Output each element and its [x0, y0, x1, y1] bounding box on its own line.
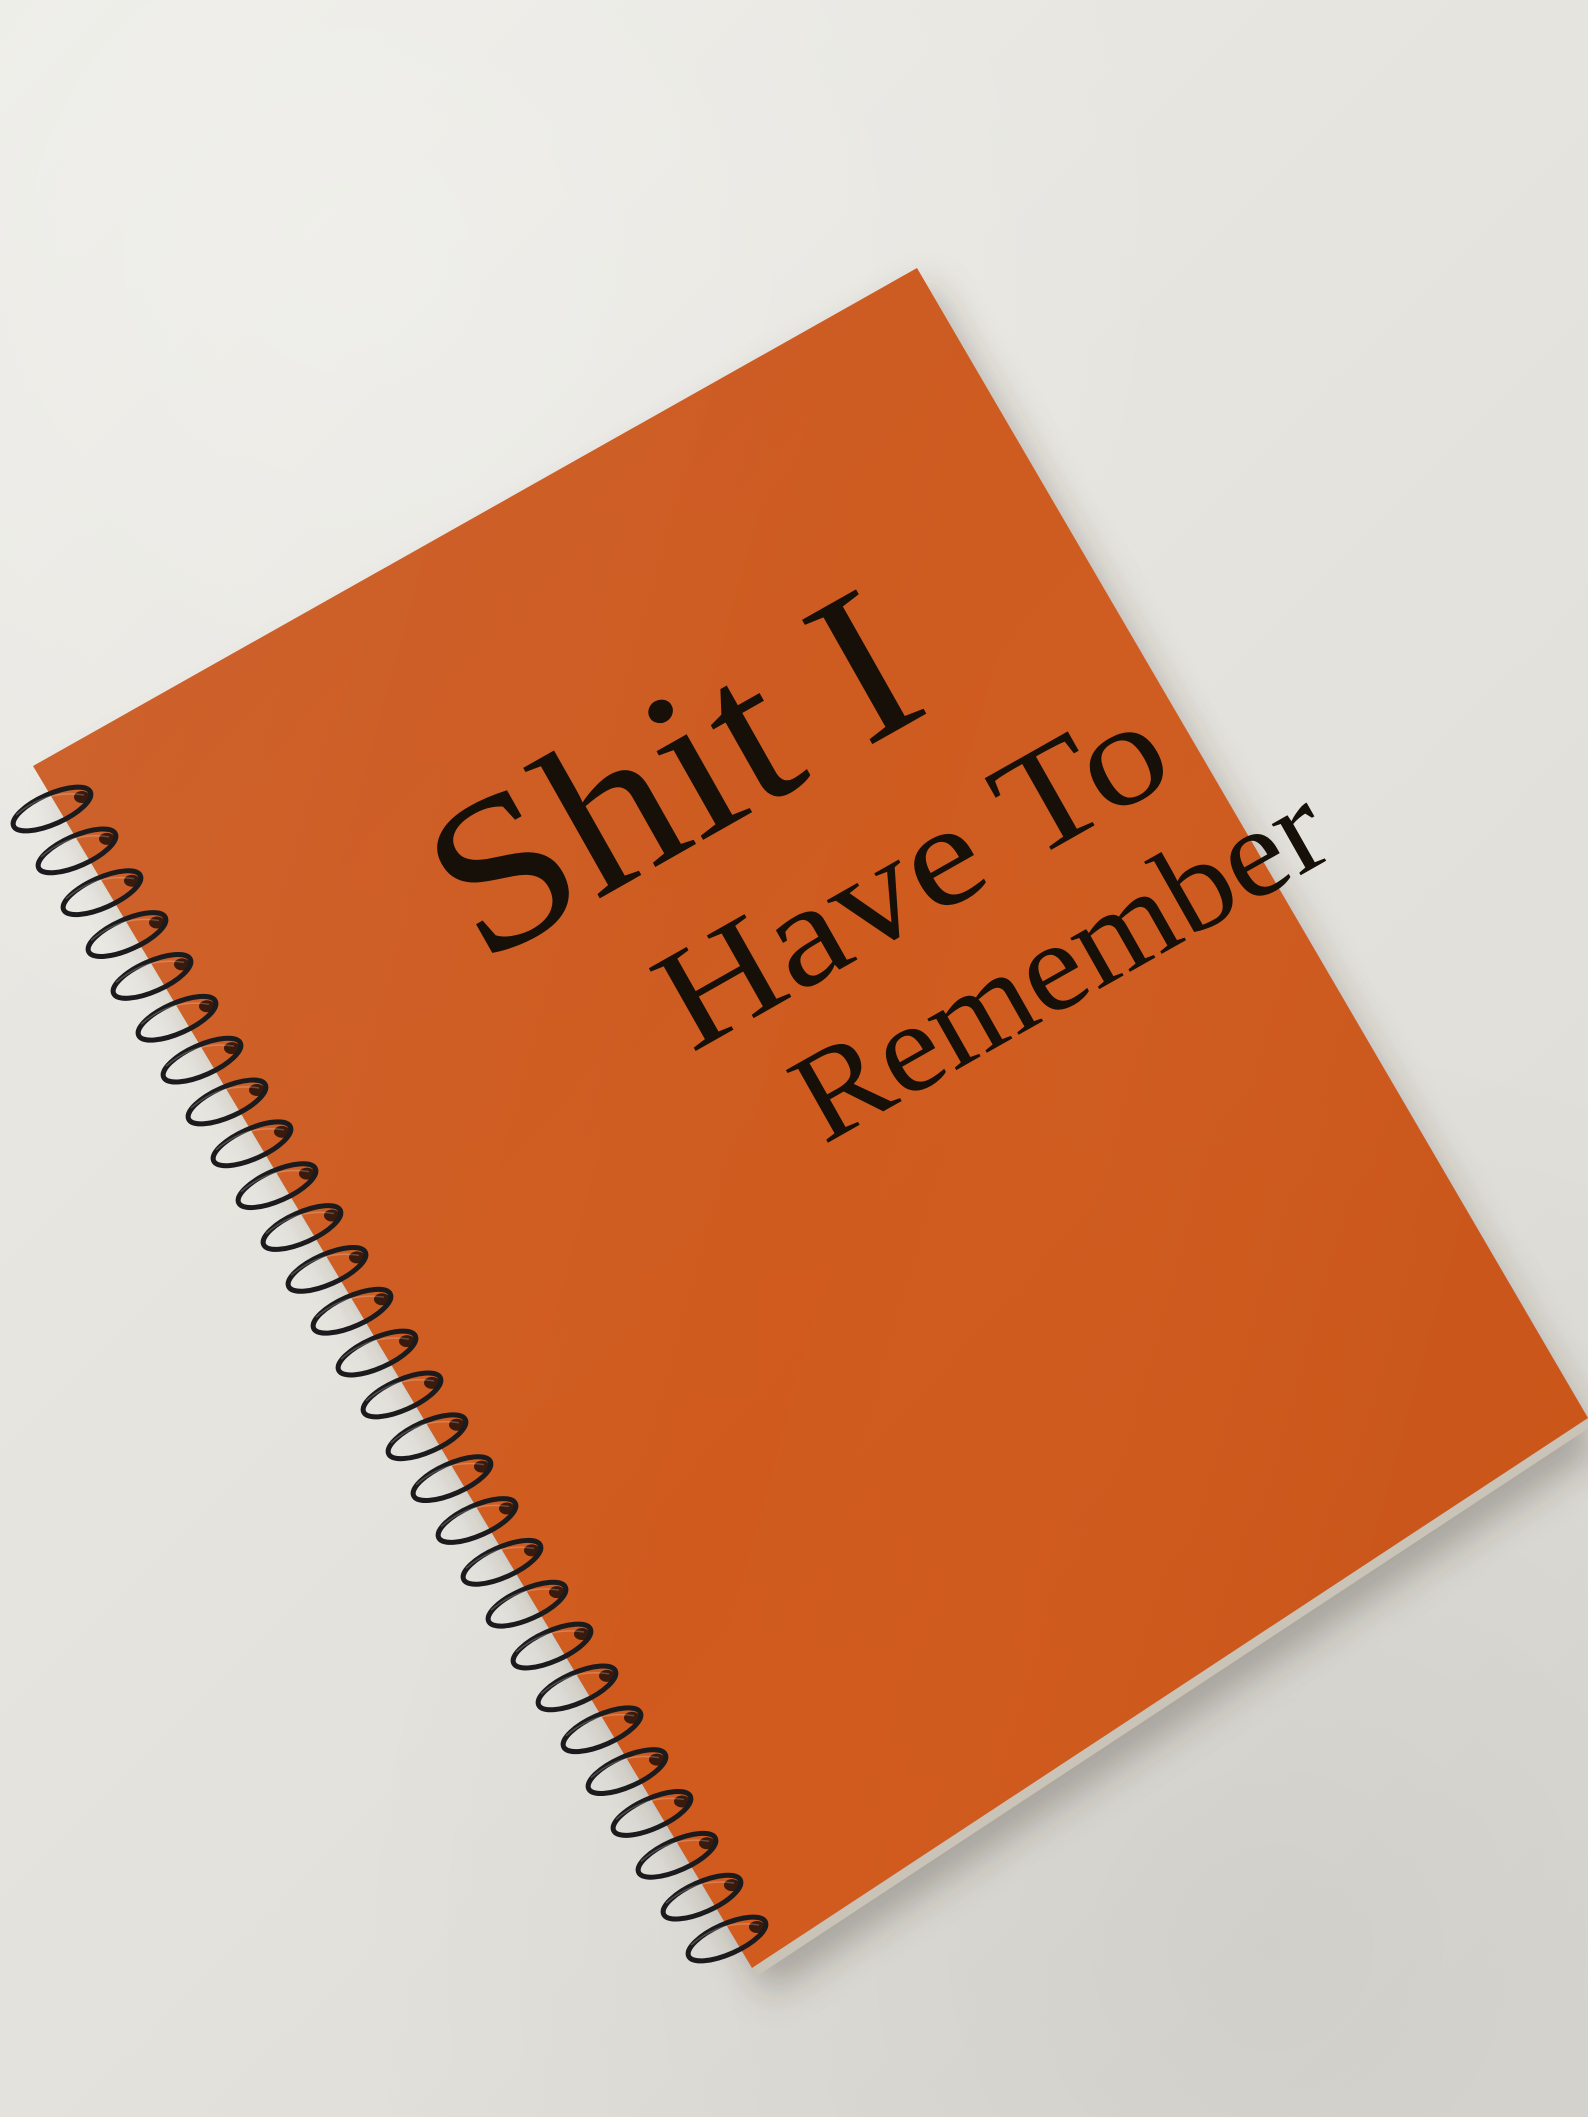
notebook: Shit I Have To Remember: [10, 268, 1588, 1995]
